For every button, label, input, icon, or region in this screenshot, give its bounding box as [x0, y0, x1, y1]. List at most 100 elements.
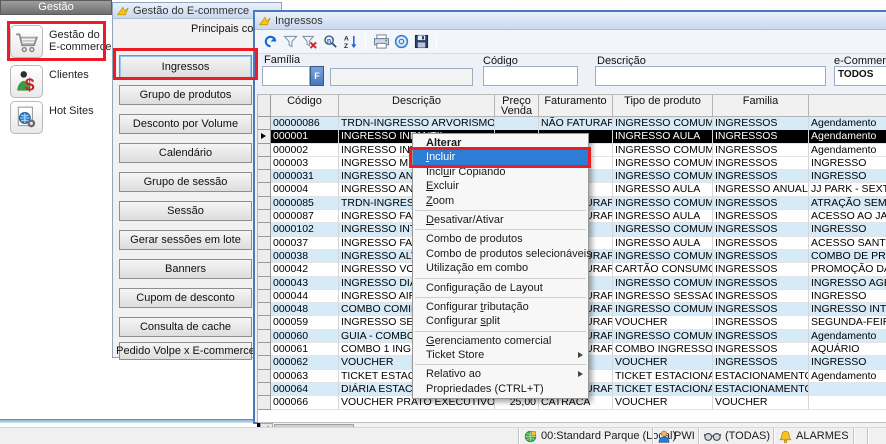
cell-atracao: [809, 383, 886, 396]
button-calendario[interactable]: Calendário: [119, 143, 252, 163]
shortcut-item-gestao-do[interactable]: Gestão do E-commerce: [10, 25, 111, 58]
menu-item-excluir[interactable]: Excluir: [413, 179, 588, 193]
shortcut-item-hot-sites[interactable]: Hot Sites: [10, 101, 94, 134]
column-header-familia[interactable]: Familia: [713, 95, 809, 117]
cell-tipo: TICKET ESTACIONAME: [613, 370, 713, 383]
familia-lookup-button[interactable]: F: [310, 66, 324, 86]
row-selector[interactable]: [258, 223, 271, 236]
row-selector[interactable]: [258, 316, 271, 329]
column-header-tipo-de-produto[interactable]: Tipo de produto: [613, 95, 713, 117]
column-header-descricao[interactable]: Descrição: [339, 95, 495, 117]
row-selector[interactable]: [258, 356, 271, 369]
menu-item-alterar[interactable]: Alterar: [413, 136, 588, 150]
row-selector[interactable]: [258, 170, 271, 183]
row-selector[interactable]: [258, 330, 271, 343]
ingressos-window-titlebar[interactable]: Ingressos: [255, 12, 886, 30]
status-item-todas[interactable]: (TODAS): [698, 428, 773, 444]
menu-item-incluir[interactable]: Incluir: [413, 150, 588, 164]
row-selector[interactable]: [258, 117, 271, 130]
cell-atracao: Agendamento: [809, 130, 886, 143]
menu-item-incluir-copiando[interactable]: Incluir Copiando: [413, 165, 588, 179]
button-desconto-por-volume[interactable]: Desconto por Volume: [119, 114, 252, 134]
column-header-preco-venda[interactable]: Preço Venda: [495, 95, 539, 117]
column-header-a[interactable]: A: [809, 95, 886, 117]
row-selector[interactable]: [258, 210, 271, 223]
button-cupom-de-desconto[interactable]: Cupom de desconto: [119, 288, 252, 308]
context-menu: AlterarIncluirIncluir CopiandoExcluirZoo…: [412, 133, 589, 399]
button-consulta-de-cache[interactable]: Consulta de cache: [119, 317, 252, 337]
row-selector[interactable]: [258, 396, 271, 409]
descricao-input[interactable]: [595, 66, 826, 86]
row-selector[interactable]: [258, 157, 271, 170]
cell-tipo: INGRESSO COMUM: [613, 157, 713, 170]
menu-item-relativo-ao[interactable]: Relativo ao: [413, 367, 588, 381]
filter-icon[interactable]: [280, 32, 300, 52]
row-selector[interactable]: [258, 183, 271, 196]
row-selector[interactable]: [258, 343, 271, 356]
button-pedido-volpe-x-e-commerce[interactable]: Pedido Volpe x E-commerce: [119, 342, 252, 360]
selected-row-marker-icon: [261, 133, 266, 139]
menu-item-combo-de-produtos-selecionaveis[interactable]: Combo de produtos selecionáveis: [413, 247, 588, 261]
column-header-faturamento[interactable]: Faturamento: [539, 95, 613, 117]
familia-input[interactable]: [262, 66, 310, 86]
menu-item-ticket-store[interactable]: Ticket Store: [413, 348, 588, 362]
row-selector[interactable]: [258, 370, 271, 383]
cell-tipo: TICKET ESTACIONAME: [613, 383, 713, 396]
bell-icon: [779, 430, 792, 443]
status-item-pwi[interactable]: PWI: [652, 428, 698, 444]
left-panel-header: Gestão: [0, 0, 112, 15]
codigo-input[interactable]: [483, 66, 578, 86]
menu-item-combo-de-produtos[interactable]: Combo de produtos: [413, 232, 588, 246]
print-icon[interactable]: [371, 32, 391, 52]
search-icon[interactable]: n: [320, 32, 340, 52]
cell-codigo: 0000102: [271, 223, 339, 236]
cell-familia: INGRESSOS: [713, 303, 809, 316]
clear-filter-icon[interactable]: [300, 32, 320, 52]
window-icon: [117, 5, 129, 17]
cell-tipo: VOUCHER: [613, 396, 713, 409]
menu-item-configuracao-de-layout[interactable]: Configuração de Layout: [413, 281, 588, 295]
row-selector[interactable]: [258, 250, 271, 263]
column-header-codigo[interactable]: Código: [271, 95, 339, 117]
cell-atracao: INGRESSO: [809, 223, 886, 236]
status-item-00-standard-parque-local[interactable]: 00:Standard Parque (Local): [518, 428, 652, 444]
sort-icon[interactable]: AZ: [340, 32, 360, 52]
button-grupo-de-produtos[interactable]: Grupo de produtos: [119, 85, 252, 105]
familia-desc-input[interactable]: [330, 68, 473, 86]
menu-item-configurar-tributacao[interactable]: Configurar tributação: [413, 300, 588, 314]
cell-codigo: 000004: [271, 183, 339, 196]
row-selector[interactable]: [258, 277, 271, 290]
menu-item-gerenciamento-comercial[interactable]: Gerenciamento comercial: [413, 334, 588, 348]
table-row[interactable]: 00000086TRDN-INGRESSO ARVORISMONÃO FATUR…: [258, 117, 886, 130]
row-selector[interactable]: [258, 303, 271, 316]
cell-familia: ESTACIONAMENTO: [713, 370, 809, 383]
button-banners[interactable]: Banners: [119, 259, 252, 279]
menu-item-desativar-ativar[interactable]: Desativar/Ativar: [413, 213, 588, 227]
refresh-icon[interactable]: [260, 32, 280, 52]
save-icon[interactable]: [411, 32, 431, 52]
menu-item-utilizacao-em-combo[interactable]: Utilização em combo: [413, 261, 588, 275]
row-selector[interactable]: [258, 290, 271, 303]
row-selector[interactable]: [258, 237, 271, 250]
status-item-alarmes[interactable]: ALARMES: [773, 428, 853, 444]
row-selector[interactable]: [258, 197, 271, 210]
row-selector[interactable]: [258, 144, 271, 157]
row-selector[interactable]: [258, 130, 271, 143]
button-sessao[interactable]: Sessão: [119, 201, 252, 221]
button-gerar-sessoes-em-lote[interactable]: Gerar sessões em lote: [119, 230, 252, 250]
menu-item-zoom[interactable]: Zoom: [413, 194, 588, 208]
button-ingressos[interactable]: Ingressos: [119, 55, 252, 79]
menu-item-configurar-split[interactable]: Configurar split: [413, 314, 588, 328]
row-selector[interactable]: [258, 383, 271, 396]
ecommerce-select[interactable]: TODOS: [834, 66, 886, 86]
button-grupo-de-sessao[interactable]: Grupo de sessão: [119, 172, 252, 192]
cell-tipo: VOUCHER: [613, 316, 713, 329]
cell-atracao: INGRESSO INTEIR: [809, 303, 886, 316]
shortcut-item-clientes[interactable]: $ Clientes: [10, 65, 89, 98]
preview-icon[interactable]: [391, 32, 411, 52]
svg-text:n: n: [326, 38, 330, 45]
cell-codigo: 000038: [271, 250, 339, 263]
row-selector[interactable]: [258, 263, 271, 276]
menu-item-propriedades-ctrl-t[interactable]: Propriedades (CTRL+T): [413, 382, 588, 396]
cell-atracao: INGRESSO: [809, 157, 886, 170]
